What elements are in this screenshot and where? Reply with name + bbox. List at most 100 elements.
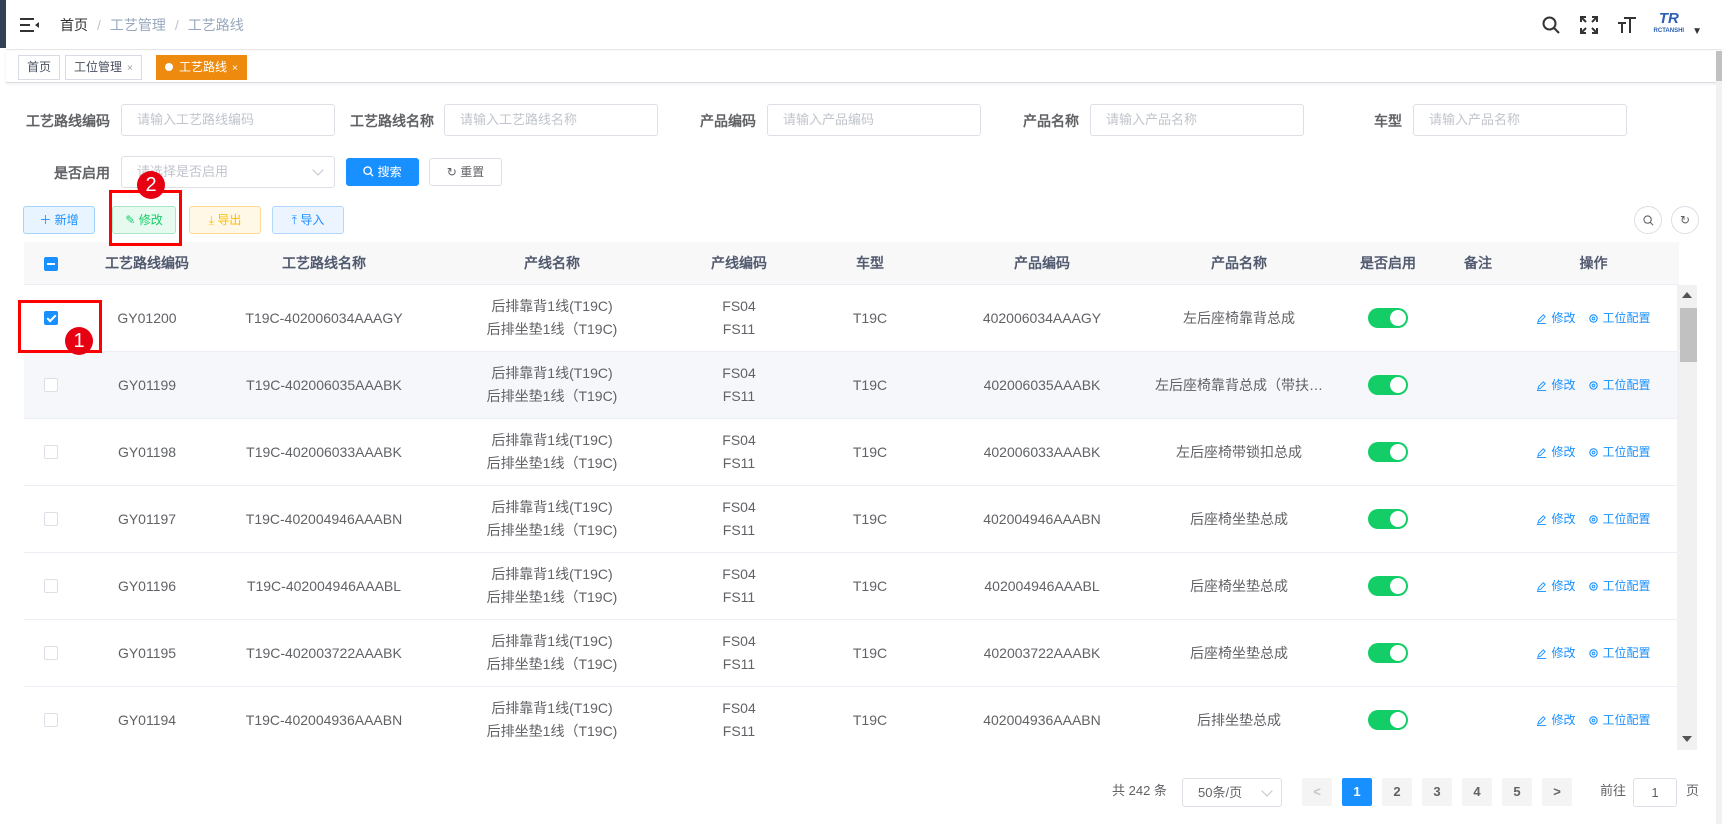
line-code-1: FS04	[722, 566, 756, 582]
row-station-config-link[interactable]: 工位配置	[1588, 374, 1651, 397]
line-code-2: FS11	[722, 589, 756, 605]
table-row[interactable]: GY01197 T19C-402004946AAABN 后排靠背1线(T19C) 后排…	[24, 486, 1679, 553]
route-name-input[interactable]: 请输入工艺路线名称	[444, 104, 658, 136]
enabled-switch[interactable]	[1368, 442, 1408, 462]
company-logo[interactable]: TR RCTANSHI	[1654, 11, 1685, 37]
font-size-icon[interactable]	[1616, 14, 1638, 36]
close-icon[interactable]: ×	[232, 63, 238, 74]
table-row[interactable]: GY01196 T19C-402004946AAABL 后排靠背1线(T19C) 后排…	[24, 553, 1679, 620]
edit-icon	[1536, 581, 1547, 592]
tag-station-management[interactable]: 工位管理 ×	[65, 55, 142, 80]
gear-icon	[1588, 447, 1599, 458]
product-code: 402003722AAABK	[983, 644, 1101, 661]
row-edit-link[interactable]: 修改	[1536, 575, 1576, 598]
car-model: T19C	[852, 443, 888, 460]
row-edit-link[interactable]: 修改	[1536, 307, 1576, 330]
row-edit-link[interactable]: 修改	[1536, 441, 1576, 464]
import-button[interactable]: ⤒ 导入	[272, 206, 344, 234]
line-name-2: 后排坐垫1线（T19C)	[486, 522, 618, 538]
col-product-name: 产品名称	[1211, 255, 1267, 271]
fullscreen-icon[interactable]	[1578, 14, 1600, 36]
car-model: T19C	[852, 309, 888, 326]
add-button[interactable]: ＋ 新增	[23, 206, 95, 234]
gear-icon	[1588, 648, 1599, 659]
table-scrollbar-thumb[interactable]	[1680, 308, 1697, 362]
route-code-input[interactable]: 请输入工艺路线编码	[121, 104, 335, 136]
line-code-2: FS11	[722, 656, 756, 672]
page-scrollbar-thumb[interactable]	[1716, 51, 1722, 81]
prev-page-button[interactable]: <	[1302, 778, 1332, 806]
breadcrumb-home[interactable]: 首页	[60, 15, 88, 35]
row-edit-link[interactable]: 修改	[1536, 374, 1576, 397]
upload-icon: ⤒	[291, 213, 297, 227]
car-model-input[interactable]: 请输入产品名称	[1413, 104, 1627, 136]
row-station-config-link[interactable]: 工位配置	[1588, 709, 1651, 732]
hamburger-menu-icon[interactable]	[20, 17, 42, 33]
enabled-switch[interactable]	[1368, 710, 1408, 730]
enabled-switch[interactable]	[1368, 576, 1408, 596]
edit-icon	[1536, 514, 1547, 525]
row-checkbox[interactable]	[44, 378, 58, 392]
edit-icon	[1536, 447, 1547, 458]
scroll-down-arrow-icon[interactable]	[1682, 736, 1692, 742]
route-name: T19C-402004946AAABL	[246, 577, 402, 594]
goto-page-input[interactable]: 1	[1633, 778, 1677, 807]
table-row[interactable]: GY01194 T19C-402004936AAABN 后排靠背1线(T19C) 后排…	[24, 687, 1679, 752]
breadcrumb-process-route: 工艺路线	[187, 16, 244, 33]
row-edit-link[interactable]: 修改	[1536, 508, 1576, 531]
gear-icon	[1588, 581, 1599, 592]
row-checkbox[interactable]	[44, 646, 58, 660]
route-code-label: 工艺路线编码	[26, 113, 110, 129]
page-4[interactable]: 4	[1462, 778, 1492, 806]
row-edit-link[interactable]: 修改	[1536, 642, 1576, 665]
route-name: T19C-402006034AAAGY	[245, 309, 403, 326]
chevron-down-icon[interactable]: ▼	[1692, 26, 1702, 37]
reset-button[interactable]: ↻ 重置	[429, 158, 502, 186]
table-row[interactable]: GY01195 T19C-402003722AAABK 后排靠背1线(T19C) 后排…	[24, 620, 1679, 687]
row-checkbox[interactable]	[44, 713, 58, 727]
tag-process-route[interactable]: 工艺路线 ×	[156, 55, 247, 80]
page-scrollbar[interactable]	[1716, 51, 1722, 824]
page-1[interactable]: 1	[1342, 778, 1372, 806]
row-checkbox[interactable]	[44, 579, 58, 593]
enabled-switch[interactable]	[1368, 509, 1408, 529]
next-page-button[interactable]: >	[1542, 778, 1572, 806]
route-name: T19C-402003722AAABK	[246, 644, 402, 661]
scroll-up-arrow-icon[interactable]	[1682, 292, 1692, 298]
page-2[interactable]: 2	[1382, 778, 1412, 806]
table-row[interactable]: GY01199 T19C-402006035AAABK 后排靠背1线(T19C) 后排…	[24, 352, 1679, 419]
row-station-config-link[interactable]: 工位配置	[1588, 441, 1651, 464]
row-checkbox[interactable]	[44, 445, 58, 459]
col-enabled: 是否启用	[1360, 255, 1416, 271]
product-code-input[interactable]: 请输入产品编码	[767, 104, 981, 136]
close-icon[interactable]: ×	[127, 63, 133, 74]
row-station-config-link[interactable]: 工位配置	[1588, 642, 1651, 665]
enabled-switch[interactable]	[1368, 375, 1408, 395]
row-checkbox[interactable]	[44, 512, 58, 526]
page-3[interactable]: 3	[1422, 778, 1452, 806]
refresh-table-button[interactable]: ↻	[1671, 206, 1699, 234]
page-size-select[interactable]: 50条/页	[1182, 778, 1282, 807]
refresh-icon: ↻	[1679, 213, 1691, 227]
enabled-switch[interactable]	[1368, 308, 1408, 328]
toggle-search-button[interactable]	[1634, 206, 1662, 234]
search-icon[interactable]	[1540, 14, 1562, 36]
product-code: 402004946AAABN	[983, 510, 1101, 527]
row-station-config-link[interactable]: 工位配置	[1588, 575, 1651, 598]
line-code-2: FS11	[722, 522, 756, 538]
row-station-config-link[interactable]: 工位配置	[1588, 307, 1651, 330]
table-row[interactable]: GY01198 T19C-402006033AAABK 后排靠背1线(T19C) 后排…	[24, 419, 1679, 486]
search-button[interactable]: 搜索	[346, 158, 419, 186]
product-name-input[interactable]: 请输入产品名称	[1090, 104, 1304, 136]
page-5[interactable]: 5	[1502, 778, 1532, 806]
export-button[interactable]: ⤓ 导出	[189, 206, 261, 234]
row-station-config-link[interactable]: 工位配置	[1588, 508, 1651, 531]
tag-home[interactable]: 首页	[18, 55, 61, 80]
enabled-switch[interactable]	[1368, 643, 1408, 663]
table-row[interactable]: GY01200 T19C-402006034AAAGY 后排靠背1线(T19C) 后排…	[24, 285, 1679, 352]
annotation-badge-2: 2	[137, 171, 165, 199]
select-all-checkbox[interactable]	[44, 256, 58, 271]
row-edit-link[interactable]: 修改	[1536, 709, 1576, 732]
breadcrumb-process-management[interactable]: 工艺管理	[110, 15, 166, 35]
line-code-1: FS04	[722, 633, 756, 649]
